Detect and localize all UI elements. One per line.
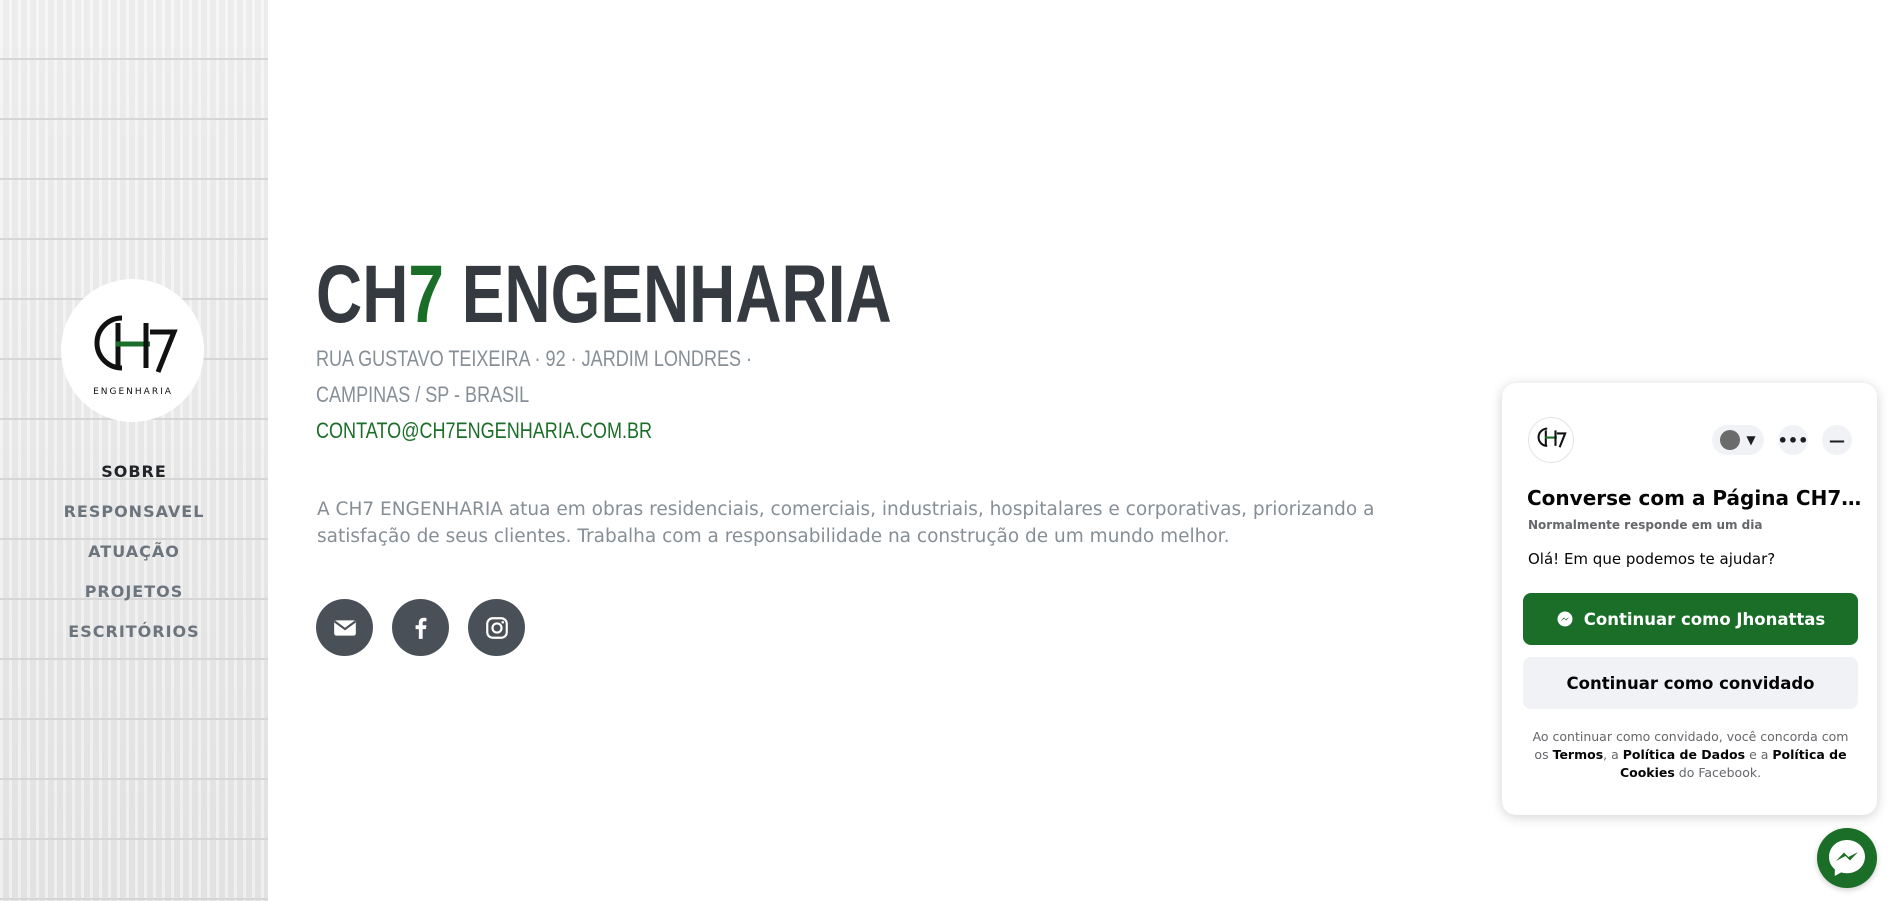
continue-as-user-label: Continuar como Jhonattas: [1583, 609, 1826, 629]
messenger-icon: [1829, 840, 1865, 876]
caret-down-icon: ▼: [1746, 433, 1756, 447]
address-line-1: RUA GUSTAVO TEIXEIRA · 92 · JARDIM LONDR…: [316, 346, 753, 371]
terms-link[interactable]: Termos: [1553, 747, 1604, 762]
chat-greeting: Olá! Em que podemos te ajudar?: [1528, 550, 1776, 568]
continue-as-guest-label: Continuar como convidado: [1566, 673, 1815, 693]
more-options-button[interactable]: •••: [1778, 425, 1808, 455]
messenger-launcher-button[interactable]: [1817, 828, 1877, 888]
address-line-2: CAMPINAS / SP - BRASIL: [316, 382, 530, 407]
sidebar-nav: SOBRE RESPONSAVEL ATUAÇÃO PROJETOS ESCRI…: [0, 452, 268, 652]
title-part2: ENGENHARIA: [443, 249, 892, 340]
sidebar-item-atuacao[interactable]: ATUAÇÃO: [0, 532, 268, 572]
logo-subtitle: ENGENHARIA: [93, 387, 173, 397]
messenger-chat-panel: ▼ ••• — Converse com a Página CH7 Eng...…: [1502, 383, 1877, 815]
sidebar-item-sobre[interactable]: SOBRE: [0, 452, 268, 492]
ch7-logo-icon: [1537, 427, 1567, 448]
ch7-logo-icon: ENGENHARIA: [93, 315, 178, 397]
minimize-button[interactable]: —: [1822, 425, 1852, 455]
more-icon: •••: [1777, 430, 1809, 450]
page-title: CH7 ENGENHARIA: [316, 250, 892, 340]
minimize-icon: —: [1829, 430, 1845, 450]
email-button[interactable]: [316, 599, 373, 656]
legal-sep-1: , a: [1603, 747, 1619, 762]
page-avatar: [1528, 417, 1574, 463]
envelope-icon: [333, 619, 356, 636]
legal-notice: Ao continuar como convidado, você concor…: [1528, 728, 1853, 782]
chat-title: Converse com a Página CH7 Eng...: [1527, 486, 1862, 510]
legal-sep-2: e a: [1749, 747, 1769, 762]
contact-email-link[interactable]: CONTATO@CH7ENGENHARIA.COM.BR: [316, 418, 652, 444]
user-avatar: [1720, 430, 1741, 450]
facebook-button[interactable]: [392, 599, 449, 656]
title-accent: 7: [408, 249, 444, 340]
instagram-icon: [485, 616, 508, 639]
sidebar: ENGENHARIA SOBRE RESPONSAVEL ATUAÇÃO PRO…: [0, 0, 268, 901]
sidebar-item-escritorios[interactable]: ESCRITÓRIOS: [0, 612, 268, 652]
continue-as-user-button[interactable]: Continuar como Jhonattas: [1523, 593, 1858, 645]
sidebar-item-responsavel[interactable]: RESPONSAVEL: [0, 492, 268, 532]
continue-as-guest-button[interactable]: Continuar como convidado: [1523, 657, 1858, 709]
chat-response-time: Normalmente responde em um dia: [1528, 518, 1763, 532]
account-switcher[interactable]: ▼: [1712, 425, 1764, 455]
title-part1: CH: [316, 249, 409, 340]
brand-logo[interactable]: ENGENHARIA: [61, 279, 204, 422]
facebook-icon: [415, 617, 426, 639]
messenger-icon: [1557, 611, 1573, 627]
legal-suffix: do Facebook.: [1678, 765, 1762, 780]
instagram-button[interactable]: [468, 599, 525, 656]
company-description: A CH7 ENGENHARIA atua em obras residenci…: [317, 499, 1375, 547]
data-policy-link[interactable]: Política de Dados: [1623, 747, 1745, 762]
sidebar-item-projetos[interactable]: PROJETOS: [0, 572, 268, 612]
